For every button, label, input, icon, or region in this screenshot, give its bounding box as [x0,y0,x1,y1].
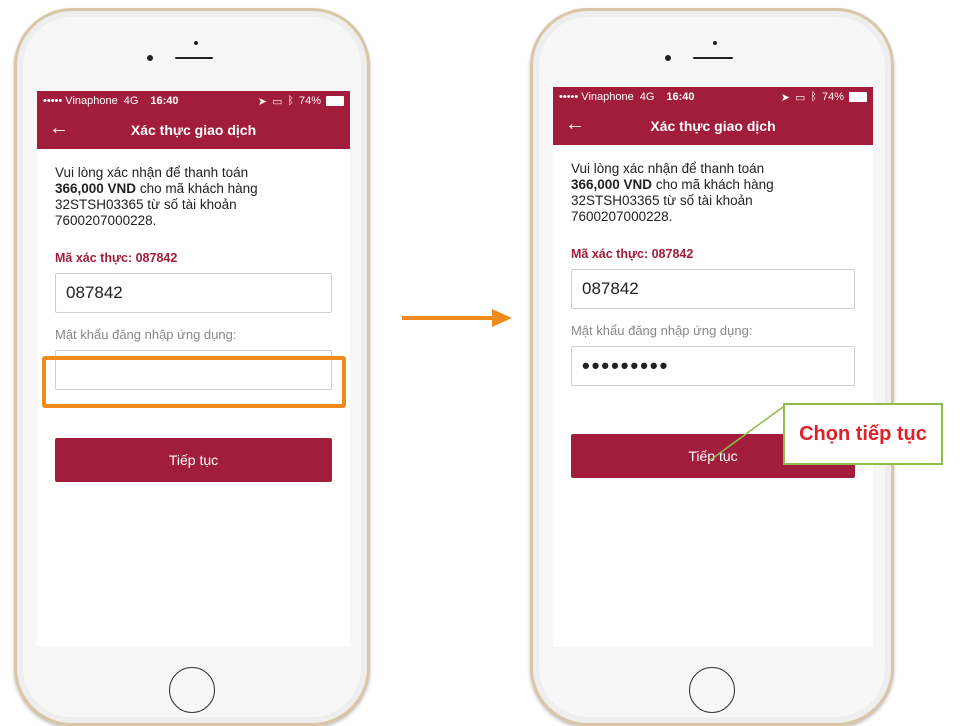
network-label: 4G [123,95,139,107]
sensor-icon [194,41,198,45]
battery-icon [326,96,344,106]
amount-text: 366,000 VND [55,181,137,196]
password-input[interactable] [55,350,332,390]
bluetooth-icon: ᛒ [810,91,817,103]
status-bar: ••••• Vinaphone 4G 16:40 ➤ ▭ ᛒ 74% [553,87,873,107]
airplay-icon: ▭ [271,95,283,108]
location-icon: ➤ [257,95,267,108]
battery-percent: 74% [298,95,321,107]
carrier-label: ••••• Vinaphone [559,91,634,103]
back-arrow-icon[interactable]: ← [561,113,589,136]
location-icon: ➤ [780,91,790,104]
airplay-icon: ▭ [794,91,806,104]
auth-code-label: Mã xác thực: 087842 [55,251,178,265]
callout-text: Chọn tiếp tục [799,422,927,445]
home-button[interactable] [689,667,735,713]
nav-bar: ← Xác thực giao dịch [553,107,873,145]
speaker-icon [693,57,733,59]
speaker-icon [175,57,213,59]
auth-code-input[interactable]: 087842 [571,269,855,309]
carrier-label: ••••• Vinaphone [43,95,118,107]
home-button[interactable] [169,667,215,713]
battery-percent: 74% [821,91,844,103]
phone-right: ••••• Vinaphone 4G 16:40 ➤ ▭ ᛒ 74% ← Xác… [530,8,894,726]
callout-pointer-line [708,406,784,462]
camera-icon [147,55,153,61]
password-input[interactable]: ••••••••• [571,346,855,386]
screen: ••••• Vinaphone 4G 16:40 ➤ ▭ ᛒ 74% ← Xác… [553,87,873,647]
time-label: 16:40 [150,95,179,107]
amount-text: 366,000 VND [571,177,653,192]
phone-left: ••••• Vinaphone 4G 16:40 ➤ ▭ ᛒ 74% ← Xác… [14,8,370,726]
camera-icon [665,55,671,61]
password-label: Mật khẩu đăng nhập ứng dụng: [55,327,237,342]
confirmation-message: Vui lòng xác nhận để thanh toán 366,000 … [55,165,332,229]
auth-code-label: Mã xác thực: 087842 [571,247,694,261]
arrow-right-icon [402,309,512,327]
sensor-icon [713,41,717,45]
status-bar: ••••• Vinaphone 4G 16:40 ➤ ▭ ᛒ 74% [37,91,350,111]
confirmation-message: Vui lòng xác nhận để thanh toán 366,000 … [571,161,855,225]
battery-icon [849,92,867,102]
callout-box: Chọn tiếp tục [783,403,943,465]
network-label: 4G [639,91,655,103]
continue-button[interactable]: Tiếp tục [55,438,332,482]
message-prefix: Vui lòng xác nhận để thanh toán [571,161,765,176]
message-prefix: Vui lòng xác nhận để thanh toán [55,165,249,180]
screen: ••••• Vinaphone 4G 16:40 ➤ ▭ ᛒ 74% ← Xác… [37,91,350,646]
back-arrow-icon[interactable]: ← [45,117,73,140]
time-label: 16:40 [666,91,695,103]
auth-code-input[interactable]: 087842 [55,273,332,313]
password-label: Mật khẩu đăng nhập ứng dụng: [571,323,753,338]
bluetooth-icon: ᛒ [287,95,294,107]
nav-bar: ← Xác thực giao dịch [37,111,350,149]
page-title: Xác thực giao dịch [650,118,776,134]
content: Vui lòng xác nhận để thanh toán 366,000 … [37,149,350,482]
page-title: Xác thực giao dịch [130,122,257,138]
